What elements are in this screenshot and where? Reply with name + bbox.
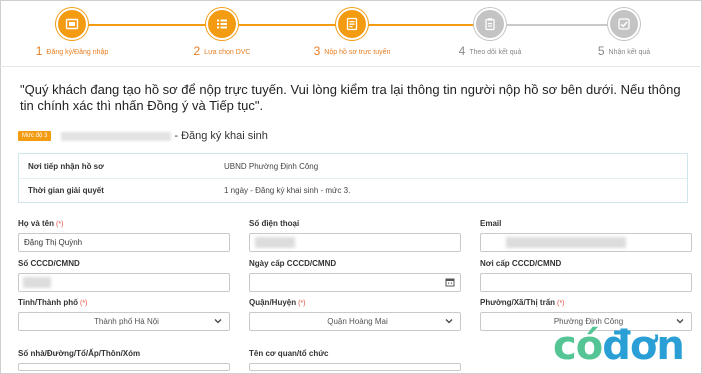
step-number: 5 xyxy=(597,44,605,58)
province-field: Tỉnh/Thành phố (*) Thành phố Hà Nội xyxy=(18,297,230,331)
logo-text: có xyxy=(553,323,603,369)
calendar-icon[interactable] xyxy=(445,277,455,287)
step-number: 4 xyxy=(458,44,466,58)
progress-stepper: 1 Đăng ký/Đăng nhập 2 Lựa chọn DVC 3 Nộp hồ… xyxy=(0,8,702,60)
district-field: Quận/Huyện (*) Quận Hoàng Mai xyxy=(249,297,461,331)
receiver-value: UBND Phường Định Công xyxy=(224,161,319,171)
address-input[interactable] xyxy=(18,363,230,371)
chevron-down-icon xyxy=(214,319,222,324)
step-1[interactable]: 1 Đăng ký/Đăng nhập xyxy=(12,8,132,59)
step-3[interactable]: 3 Nộp hồ sơ trực tuyến xyxy=(292,8,412,59)
divider xyxy=(0,66,702,67)
step-label: Nộp hồ sơ trực tuyến xyxy=(324,49,391,56)
required-mark: (*) xyxy=(79,300,88,307)
full-name-input[interactable]: Đặng Thị Quỳnh xyxy=(18,233,230,252)
district-select[interactable]: Quận Hoàng Mai xyxy=(249,312,461,331)
org-name-field: Tên cơ quan/tổ chức xyxy=(249,348,461,371)
procedure-name: - Đăng ký khai sinh xyxy=(174,130,268,142)
redacted-value xyxy=(23,277,51,288)
selected-value: Thành phố Hà Nội xyxy=(94,317,159,326)
step-number: 1 xyxy=(35,44,43,58)
field-label: Họ và tên xyxy=(18,219,55,228)
step-number: 3 xyxy=(313,44,321,58)
id-issue-place-field: Nơi cấp CCCD/CMND xyxy=(480,258,692,292)
phone-input[interactable] xyxy=(249,233,461,252)
redacted-text xyxy=(61,131,172,141)
procedure-header: Mức độ 3 - Đăng ký khai sinh xyxy=(18,129,268,143)
address-field: Số nhà/Đường/Tổ/Ấp/Thôn/Xóm xyxy=(18,348,230,371)
phone-field: Số điện thoại xyxy=(249,218,461,252)
document-icon xyxy=(336,8,368,40)
clipboard-icon xyxy=(474,8,506,40)
level-badge: Mức độ 3 xyxy=(18,131,52,141)
field-label: Phường/Xã/Thị trấn xyxy=(480,298,556,307)
field-label: Email xyxy=(480,219,502,228)
id-number-field: Số CCCD/CMND xyxy=(18,258,230,292)
field-label: Số nhà/Đường/Tổ/Ấp/Thôn/Xóm xyxy=(18,349,141,358)
org-name-input[interactable] xyxy=(249,363,461,371)
step-label: Theo dõi kết quả xyxy=(469,49,522,56)
field-label: Nơi cấp CCCD/CMND xyxy=(480,259,562,268)
info-row: Nơi tiếp nhận hồ sơ UBND Phường Định Côn… xyxy=(19,154,687,178)
email-field: Email xyxy=(480,218,692,252)
step-2[interactable]: 2 Lựa chọn DVC xyxy=(162,8,282,59)
full-name-field: Họ và tên (*) Đặng Thị Quỳnh xyxy=(18,218,230,252)
procedure-info-table: Nơi tiếp nhận hồ sơ UBND Phường Định Côn… xyxy=(18,153,688,203)
field-label: Số CCCD/CMND xyxy=(18,259,80,268)
field-label: Quận/Huyện xyxy=(249,298,297,307)
duration-label: Thời gian giải quyết xyxy=(28,186,104,195)
id-issue-date-field: Ngày cấp CCCD/CMND xyxy=(249,258,461,292)
redacted-value xyxy=(255,237,295,248)
login-icon xyxy=(56,8,88,40)
chevron-down-icon xyxy=(445,319,453,324)
field-label: Tên cơ quan/tổ chức xyxy=(249,349,329,358)
info-row: Thời gian giải quyết 1 ngày - Đăng ký kh… xyxy=(19,178,687,202)
step-label: Đăng ký/Đăng nhập xyxy=(46,49,109,56)
email-input[interactable] xyxy=(480,233,692,252)
checkbox-icon xyxy=(608,8,640,40)
logo-text: đơn xyxy=(602,323,685,369)
step-number: 2 xyxy=(193,44,201,58)
id-issue-date-input[interactable] xyxy=(249,273,461,292)
field-label: Ngày cấp CCCD/CMND xyxy=(249,259,337,268)
field-label: Tỉnh/Thành phố xyxy=(18,298,78,307)
receiver-label: Nơi tiếp nhận hồ sơ xyxy=(28,161,104,171)
duration-value: 1 ngày - Đăng ký khai sinh - mức 3. xyxy=(224,186,351,195)
id-number-input[interactable] xyxy=(18,273,230,292)
field-label: Số điện thoại xyxy=(249,219,300,228)
step-label: Nhận kết quả xyxy=(608,49,651,56)
redacted-value xyxy=(506,237,626,248)
required-mark: (*) xyxy=(56,221,64,228)
selected-value: Quận Hoàng Mai xyxy=(327,317,388,326)
step-5[interactable]: 5 Nhận kết quả xyxy=(564,8,684,59)
codon-logo: có đơn xyxy=(553,323,685,369)
id-issue-place-input[interactable] xyxy=(480,273,692,292)
required-mark: (*) xyxy=(557,300,565,307)
step-4[interactable]: 4 Theo dõi kết quả xyxy=(430,8,550,59)
required-mark: (*) xyxy=(298,300,306,307)
province-select[interactable]: Thành phố Hà Nội xyxy=(18,312,230,331)
list-icon xyxy=(206,8,238,40)
step-label: Lựa chọn DVC xyxy=(204,49,251,56)
confirmation-notice: "Quý khách đang tạo hồ sơ để nộp trực tu… xyxy=(20,82,681,113)
